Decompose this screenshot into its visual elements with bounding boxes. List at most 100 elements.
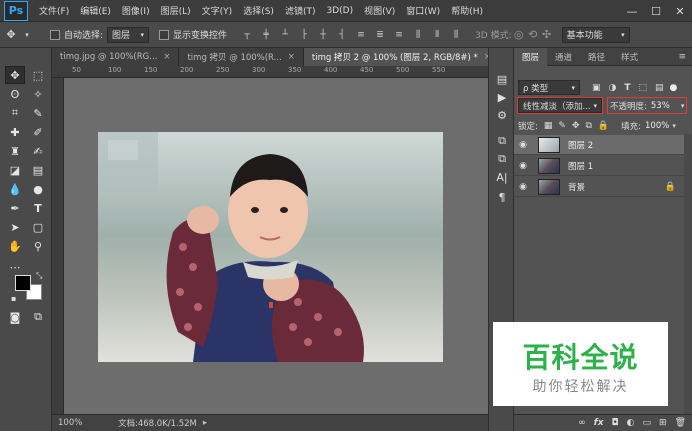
tab-timg-copy-2[interactable]: timg 拷贝 2 @ 100% (图层 2, RGB/8#) * × (303, 48, 500, 66)
distribute-left-icon[interactable]: ⫼ (410, 27, 426, 43)
eraser-tool-icon[interactable]: ◪ (5, 161, 25, 179)
tab-timg-copy[interactable]: timg 拷贝 @ 100%(R... × (179, 48, 304, 66)
history-icon[interactable]: ▤ (492, 70, 512, 88)
brush-tool-icon[interactable]: ✐ (28, 123, 48, 141)
trash-icon[interactable]: 🗑 (675, 418, 686, 428)
document-info[interactable]: 文档:468.0K/1.52M (118, 417, 197, 429)
magic-wand-tool-icon[interactable]: ✧ (28, 85, 48, 103)
fx-icon[interactable]: fx (594, 418, 604, 428)
gradient-tool-icon[interactable]: ▤ (28, 161, 48, 179)
group-icon[interactable]: ▭ (643, 418, 652, 428)
foreground-color-swatch[interactable] (15, 275, 31, 291)
menu-image[interactable]: 图像(I) (122, 4, 150, 17)
crop-tool-icon[interactable]: ⌗ (5, 104, 25, 122)
distribute-vcenter-icon[interactable]: ≣ (372, 27, 388, 43)
history-brush-tool-icon[interactable]: ✍ (28, 142, 48, 160)
more-tools-icon[interactable]: ⋯ (5, 258, 25, 276)
fill-value[interactable]: 100% (645, 121, 669, 131)
3d-orbit-icon[interactable]: ◎ (512, 25, 526, 45)
lock-artboard-icon[interactable]: ⧉ (585, 121, 591, 131)
menu-window[interactable]: 窗口(W) (406, 4, 440, 17)
menu-edit[interactable]: 编辑(E) (80, 4, 111, 17)
marquee-tool-icon[interactable]: ⬚ (28, 66, 48, 84)
menu-3d[interactable]: 3D(D) (326, 6, 353, 16)
dodge-tool-icon[interactable]: ● (28, 180, 48, 198)
menu-filter[interactable]: 滤镜(T) (285, 4, 316, 17)
opacity-control[interactable]: 不透明度: 53% ▾ (606, 97, 688, 114)
distribute-bottom-icon[interactable]: ≡ (391, 27, 407, 43)
filter-shape-icon[interactable]: ⬚ (639, 83, 648, 93)
clone-stamp-tool-icon[interactable]: ♜ (5, 142, 25, 160)
new-layer-icon[interactable]: ⊞ (659, 418, 667, 428)
quick-mask-icon[interactable]: ◙ (5, 308, 25, 326)
menu-view[interactable]: 视图(V) (364, 4, 395, 17)
align-top-icon[interactable]: ┬ (239, 27, 255, 43)
blend-mode-dropdown[interactable]: 线性减淡（添加... ▾ (517, 97, 603, 114)
layer-name[interactable]: 图层 1 (568, 160, 593, 172)
3d-pan-icon[interactable]: ✣ (540, 25, 554, 45)
maximize-button[interactable]: ☐ (644, 0, 668, 22)
filter-toggle-icon[interactable]: ● (670, 83, 678, 93)
tab-paths[interactable]: 路径 (580, 48, 613, 66)
menu-select[interactable]: 选择(S) (243, 4, 274, 17)
menu-type[interactable]: 文字(Y) (202, 4, 233, 17)
zoom-level[interactable]: 100% (52, 418, 88, 428)
brush-presets-icon[interactable]: ⚙ (492, 106, 512, 124)
adjustment-icon[interactable]: ◐ (627, 418, 635, 428)
menu-file[interactable]: 文件(F) (39, 4, 69, 17)
lock-all-icon[interactable]: 🔒 (598, 121, 609, 131)
align-bottom-icon[interactable]: ┴ (277, 27, 293, 43)
chevron-down-icon[interactable]: ▾ (681, 102, 685, 110)
eyedropper-tool-icon[interactable]: ✎ (28, 104, 48, 122)
close-button[interactable]: ✕ (668, 0, 692, 22)
paragraph-icon[interactable]: ⧉ (492, 150, 512, 168)
tab-layers[interactable]: 图层 (514, 47, 548, 66)
layers-scrollbar[interactable] (684, 134, 692, 414)
hand-tool-icon[interactable]: ✋ (5, 237, 25, 255)
distribute-right-icon[interactable]: ⫼ (448, 27, 464, 43)
tab-styles[interactable]: 样式 (613, 48, 646, 66)
healing-brush-tool-icon[interactable]: ✚ (5, 123, 25, 141)
blur-tool-icon[interactable]: 💧 (5, 180, 25, 198)
move-tool-preset-icon[interactable]: ✥ (0, 25, 22, 45)
lock-transparent-icon[interactable]: ▦ (544, 121, 553, 131)
layer-row[interactable]: ◉ 图层 2 (514, 135, 684, 155)
visibility-eye-icon[interactable]: ◉ (514, 182, 532, 192)
paragraph-mark-icon[interactable]: ¶ (492, 188, 512, 206)
panel-menu-icon[interactable]: ≡ (678, 52, 686, 62)
tab-timg-jpg[interactable]: timg.jpg @ 100%(RG... × (52, 48, 180, 66)
type-tool-icon[interactable]: T (28, 199, 48, 217)
zoom-tool-icon[interactable]: ⚲ (28, 237, 48, 255)
layer-filter-dropdown[interactable]: ρ 类型 ▾ (518, 80, 580, 95)
filter-type-icon[interactable]: T (624, 83, 630, 93)
lasso-tool-icon[interactable]: ʘ (5, 85, 25, 103)
filter-pixel-icon[interactable]: ▣ (592, 83, 601, 93)
minimize-button[interactable]: — (620, 0, 644, 22)
opacity-value[interactable]: 53% (651, 101, 681, 111)
document-image[interactable] (98, 132, 443, 362)
align-vcenter-icon[interactable]: ╪ (258, 27, 274, 43)
chevron-down-icon[interactable]: ▾ (22, 25, 32, 45)
distribute-top-icon[interactable]: ≡ (353, 27, 369, 43)
workspace-dropdown[interactable]: 基本功能 ▾ (561, 26, 630, 43)
path-selection-tool-icon[interactable]: ➤ (5, 218, 25, 236)
show-transform-checkbox[interactable] (159, 29, 170, 40)
close-icon[interactable]: × (163, 52, 170, 62)
link-icon[interactable]: ∞ (578, 418, 586, 428)
layer-name[interactable]: 背景 (568, 181, 585, 193)
auto-select-checkbox[interactable] (50, 29, 60, 40)
menu-help[interactable]: 帮助(H) (451, 4, 483, 17)
move-tool-icon[interactable]: ✥ (5, 66, 25, 84)
distribute-hcenter-icon[interactable]: ⦀ (429, 27, 445, 43)
lock-position-icon[interactable]: ✥ (572, 121, 580, 131)
shape-tool-icon[interactable]: ▢ (28, 218, 48, 236)
actions-icon[interactable]: ▶ (492, 88, 512, 106)
close-icon[interactable]: × (288, 52, 295, 62)
layer-row[interactable]: ◉ 图层 1 (514, 156, 684, 176)
visibility-eye-icon[interactable]: ◉ (514, 140, 532, 150)
filter-adjust-icon[interactable]: ◑ (609, 83, 617, 93)
3d-roll-icon[interactable]: ⟲ (526, 25, 540, 45)
lock-pixels-icon[interactable]: ✎ (558, 121, 566, 131)
align-right-icon[interactable]: ┤ (334, 27, 350, 43)
filter-smart-icon[interactable]: ▤ (655, 83, 664, 93)
